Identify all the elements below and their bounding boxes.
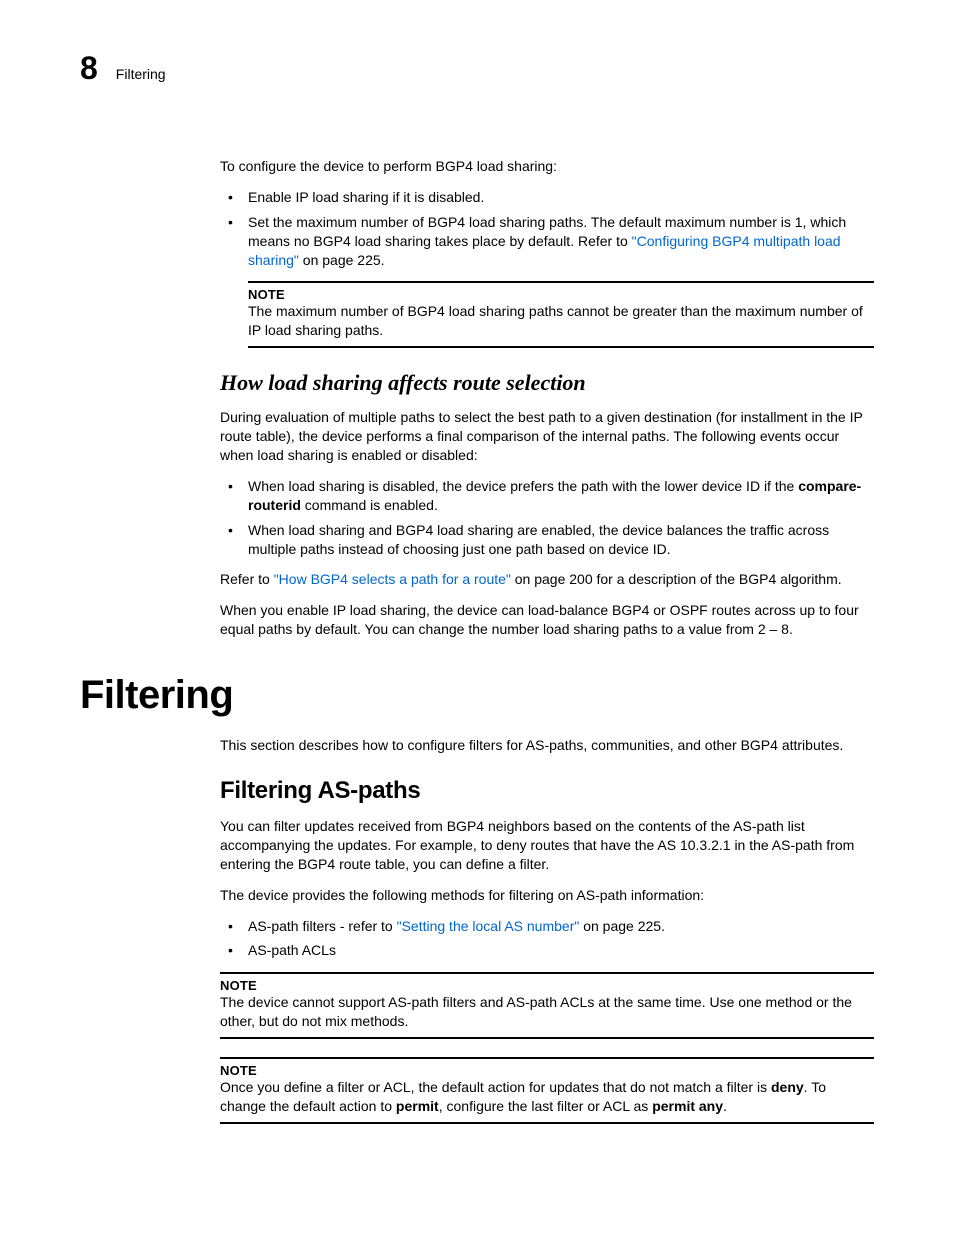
chapter-name: Filtering [116,66,166,82]
paragraph: This section describes how to configure … [220,736,874,755]
text: When load sharing is disabled, the devic… [248,478,798,494]
note-block: NOTE The device cannot support AS-path f… [220,972,874,1039]
list-item: AS-path filters - refer to "Setting the … [248,917,874,936]
paragraph: During evaluation of multiple paths to s… [220,408,874,465]
bold-text: deny [771,1079,804,1095]
page: 8 Filtering To configure the device to p… [0,0,954,1235]
bold-text: permit [396,1098,439,1114]
list-item: Enable IP load sharing if it is disabled… [248,188,874,207]
chapter-number: 8 [80,50,98,87]
text: on page 225. [299,252,385,268]
paragraph: Refer to "How BGP4 selects a path for a … [220,570,874,589]
note-label: NOTE [220,978,874,993]
list-item: When load sharing is disabled, the devic… [248,477,874,515]
bullet-list: AS-path filters - refer to "Setting the … [220,917,874,961]
paragraph: You can filter updates received from BGP… [220,817,874,874]
text: command is enabled. [301,497,438,513]
text: on page 225. [579,918,665,934]
heading-filtering-as-paths: Filtering AS-paths [220,777,874,805]
page-content: To configure the device to perform BGP4 … [220,157,874,1124]
note-block: NOTE The maximum number of BGP4 load sha… [248,281,874,348]
text: Refer to [220,571,274,587]
text: AS-path filters - refer to [248,918,397,934]
list-item: Set the maximum number of BGP4 load shar… [248,213,874,270]
heading-filtering: Filtering [80,673,874,718]
paragraph: When you enable IP load sharing, the dev… [220,601,874,639]
note-block: NOTE Once you define a filter or ACL, th… [220,1057,874,1124]
note-text: The maximum number of BGP4 load sharing … [248,302,874,340]
paragraph: To configure the device to perform BGP4 … [220,157,874,176]
text: Once you define a filter or ACL, the def… [220,1079,771,1095]
link-setting-local-as[interactable]: "Setting the local AS number" [397,918,580,934]
heading-how-load-sharing: How load sharing affects route selection [220,370,874,396]
page-header: 8 Filtering [80,50,894,87]
text: on page 200 for a description of the BGP… [511,571,842,587]
bullet-list: Enable IP load sharing if it is disabled… [220,188,874,270]
text: . [723,1098,727,1114]
link-how-bgp4-selects[interactable]: "How BGP4 selects a path for a route" [274,571,511,587]
bullet-list: When load sharing is disabled, the devic… [220,477,874,559]
note-text: Once you define a filter or ACL, the def… [220,1078,874,1116]
text: , configure the last filter or ACL as [439,1098,652,1114]
note-text: The device cannot support AS-path filter… [220,993,874,1031]
note-label: NOTE [248,287,874,302]
list-item: When load sharing and BGP4 load sharing … [248,521,874,559]
note-label: NOTE [220,1063,874,1078]
paragraph: The device provides the following method… [220,886,874,905]
bold-text: permit any [652,1098,723,1114]
list-item: AS-path ACLs [248,941,874,960]
